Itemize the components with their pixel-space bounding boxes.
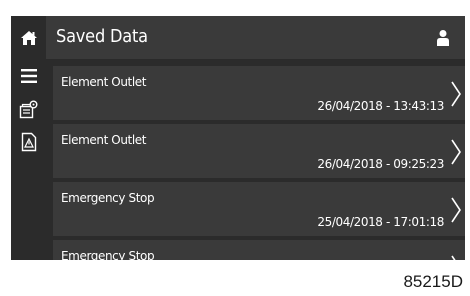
- item-title: Emergency Stop: [61, 191, 155, 205]
- chevron-right-icon: [451, 255, 456, 260]
- saved-data-list: Element Outlet 26/04/2018 - 13:43:13 Ele…: [53, 66, 465, 260]
- item-timestamp: 26/04/2018 - 09:25:23: [317, 157, 444, 171]
- chevron-right-icon: [451, 81, 461, 107]
- item-timestamp: 25/04/2018 - 17:01:18: [317, 215, 444, 229]
- menu-icon: [20, 69, 37, 83]
- figure-id-label: 85215D: [403, 272, 463, 291]
- user-button[interactable]: [423, 16, 463, 60]
- page-title: Saved Data: [56, 26, 148, 47]
- warning-document-button[interactable]: [11, 126, 46, 158]
- item-title: Element Outlet: [61, 75, 147, 89]
- list-item[interactable]: Element Outlet 26/04/2018 - 13:43:13: [53, 66, 465, 120]
- chevron-right-icon: [451, 139, 461, 165]
- sidebar: [11, 60, 46, 260]
- item-title: Element Outlet: [61, 133, 147, 147]
- warning-document-icon: [21, 132, 36, 152]
- item-timestamp: 26/04/2018 - 13:43:13: [317, 99, 444, 113]
- controller-screen: Saved Data Element Outlet 26/04/2018 - 1…: [11, 16, 465, 260]
- list-item[interactable]: Emergency Stop: [53, 240, 465, 260]
- list-item[interactable]: Element Outlet 26/04/2018 - 09:25:23: [53, 124, 465, 178]
- menu-button[interactable]: [11, 60, 46, 92]
- list-item[interactable]: Emergency Stop 25/04/2018 - 17:01:18: [53, 182, 465, 236]
- header-bar: Saved Data: [11, 16, 465, 60]
- user-icon: [437, 30, 449, 46]
- item-title: Emergency Stop: [61, 249, 155, 260]
- home-icon: [20, 31, 37, 45]
- chevron-right-icon: [451, 197, 461, 223]
- home-button[interactable]: [11, 16, 46, 60]
- settings-document-button[interactable]: [11, 93, 46, 125]
- settings-document-icon: [19, 100, 37, 119]
